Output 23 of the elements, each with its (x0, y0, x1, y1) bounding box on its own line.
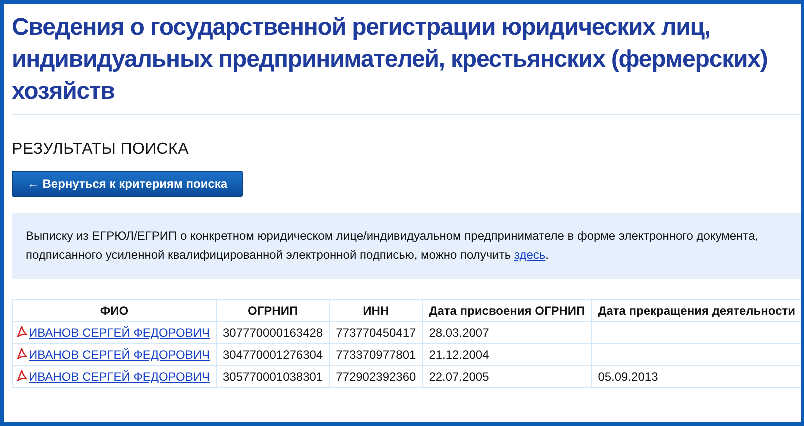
table-cell: 28.03.2007 (422, 322, 592, 344)
page-title: Сведения о государственной регистрации юридических лиц, индивидуальных предпринимателей, крестьянских (фермерских) хозяйств (12, 13, 769, 107)
table-cell: 773370977801 (330, 344, 423, 366)
back-button[interactable]: ← Вернуться к критериям поиска (12, 171, 243, 197)
column-header: Дата присвоения ОГРНИП (422, 300, 592, 322)
column-header: ФИО (12, 300, 216, 322)
table-cell: 304770001276304 (216, 344, 330, 366)
pdf-icon (16, 348, 28, 360)
section-title: РЕЗУЛЬТАТЫ ПОИСКА (12, 141, 190, 159)
pdf-icon (16, 370, 28, 382)
table-cell: 22.07.2005 (422, 366, 592, 388)
table-cell: 21.12.2004 (422, 344, 592, 366)
pdf-icon (16, 326, 28, 338)
table-cell: 772902392360 (330, 366, 423, 388)
table-cell: 05.09.2013 (598, 370, 658, 384)
info-text: Выписку из ЕГРЮЛ/ЕГРИП о конкретном юридическом лице/индивидуальном предпринимателе в форме электронного документа, подписанного усиленной квалифицированной электронной подписью, можно получить здесь. (26, 228, 760, 264)
column-header: Дата прекращения деятельности (592, 300, 801, 322)
table-cell: 307770000163428 (216, 322, 330, 344)
table-cell: 305770001038301 (216, 366, 330, 388)
table-cell: 773770450417 (330, 322, 423, 344)
column-header: ОГРНИП (216, 300, 330, 322)
column-header: ИНН (330, 300, 423, 322)
here-link[interactable]: здесь (514, 248, 546, 262)
